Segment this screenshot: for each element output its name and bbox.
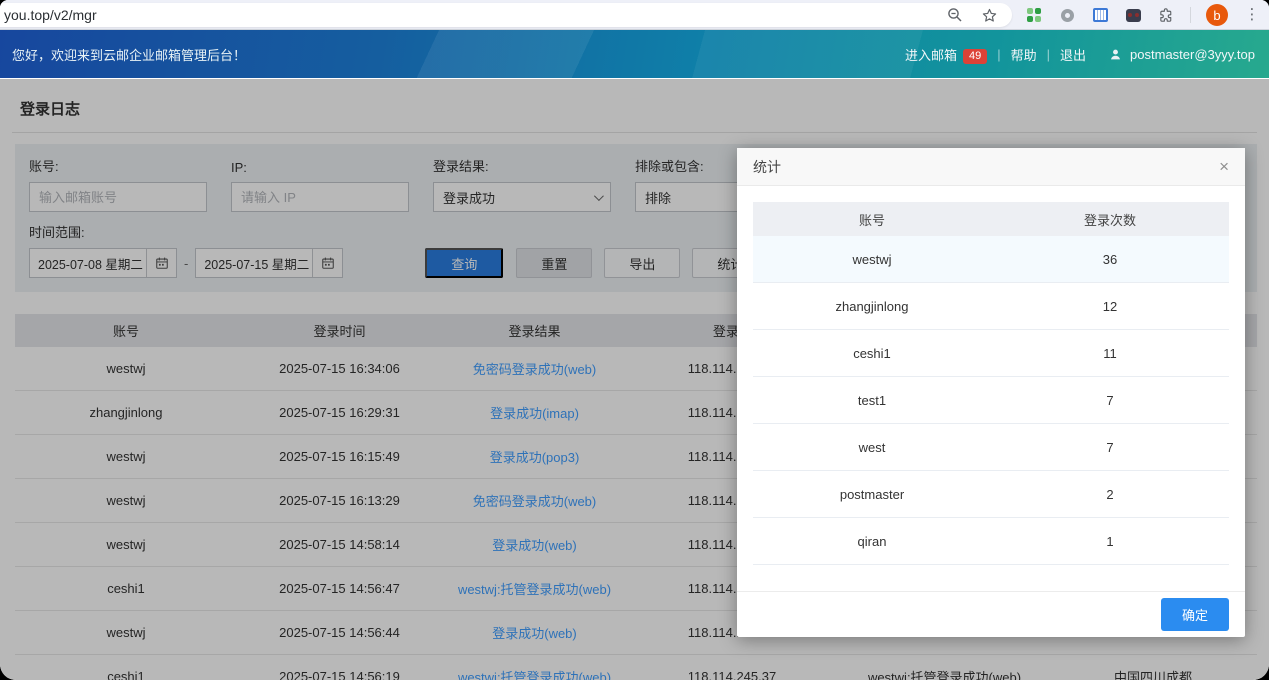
stats-account: test1 — [753, 377, 991, 423]
browser-toolbar: you.top/v2/mgr b ⋮ — [0, 0, 1269, 30]
welcome-text: 您好，欢迎来到云邮企业邮箱管理后台！ — [12, 45, 246, 64]
separator: | — [1047, 47, 1050, 62]
separator: | — [997, 47, 1000, 62]
confirm-button[interactable]: 确定 — [1161, 598, 1229, 631]
stats-account: zhangjinlong — [753, 283, 991, 329]
stats-count: 36 — [991, 236, 1229, 282]
stats-row: ceshi1 11 — [753, 330, 1229, 377]
stats-count: 7 — [991, 377, 1229, 423]
modal-header: 统计 × — [737, 148, 1245, 186]
stats-col-count: 登录次数 — [991, 202, 1229, 236]
site-header: 您好，欢迎来到云邮企业邮箱管理后台！ 进入邮箱49 | 帮助 | 退出 post… — [0, 30, 1269, 78]
stats-account: west — [753, 424, 991, 470]
help-link[interactable]: 帮助 — [1011, 45, 1037, 64]
extensions-puzzle-icon[interactable] — [1157, 6, 1175, 24]
stats-count: 7 — [991, 424, 1229, 470]
toolbar-divider — [1190, 7, 1191, 23]
stats-row: zhangjinlong 12 — [753, 283, 1229, 330]
modal-body: 账号 登录次数 westwj 36 zhangjinlong 12 ceshi1… — [737, 186, 1245, 565]
user-email: postmaster@3yyy.top — [1130, 47, 1255, 62]
stats-row: postmaster 2 — [753, 471, 1229, 518]
stats-count: 12 — [991, 283, 1229, 329]
profile-avatar[interactable]: b — [1206, 4, 1228, 26]
logout-link[interactable]: 退出 — [1060, 45, 1086, 64]
url-text[interactable]: you.top/v2/mgr — [0, 7, 946, 23]
stats-row: westwj 36 — [753, 236, 1229, 283]
stats-count: 11 — [991, 330, 1229, 376]
stats-account: postmaster — [753, 471, 991, 517]
enter-mailbox-link[interactable]: 进入邮箱49 — [905, 45, 987, 64]
mailbox-count-badge: 49 — [963, 49, 987, 64]
stats-header-row: 账号 登录次数 — [753, 202, 1229, 236]
extension-grid-icon[interactable] — [1025, 6, 1043, 24]
user-icon — [1106, 45, 1124, 63]
extension-mask-icon[interactable] — [1124, 6, 1142, 24]
modal-footer: 确定 — [737, 591, 1245, 637]
bookmark-star-icon[interactable] — [980, 6, 998, 24]
stats-row: test1 7 — [753, 377, 1229, 424]
stats-col-account: 账号 — [753, 202, 991, 236]
stats-account: qiran — [753, 518, 991, 564]
address-bar[interactable]: you.top/v2/mgr — [0, 3, 1012, 27]
statistics-modal: 统计 × 账号 登录次数 westwj 36 zhangjinlong 12 c… — [737, 148, 1245, 637]
stats-count: 2 — [991, 471, 1229, 517]
current-user[interactable]: postmaster@3yyy.top — [1106, 45, 1255, 63]
browser-window: you.top/v2/mgr b ⋮ 您好， — [0, 0, 1269, 680]
stats-row: qiran 1 — [753, 518, 1229, 565]
stats-count: 1 — [991, 518, 1229, 564]
extension-ring-icon[interactable] — [1058, 6, 1076, 24]
stats-row: west 7 — [753, 424, 1229, 471]
extension-calendar-icon[interactable] — [1091, 6, 1109, 24]
zoom-icon[interactable] — [946, 6, 964, 24]
close-icon[interactable]: × — [1219, 158, 1229, 175]
stats-account: ceshi1 — [753, 330, 991, 376]
modal-title: 统计 — [753, 157, 781, 177]
stats-account: westwj — [753, 236, 991, 282]
menu-kebab-icon[interactable]: ⋮ — [1243, 6, 1261, 24]
